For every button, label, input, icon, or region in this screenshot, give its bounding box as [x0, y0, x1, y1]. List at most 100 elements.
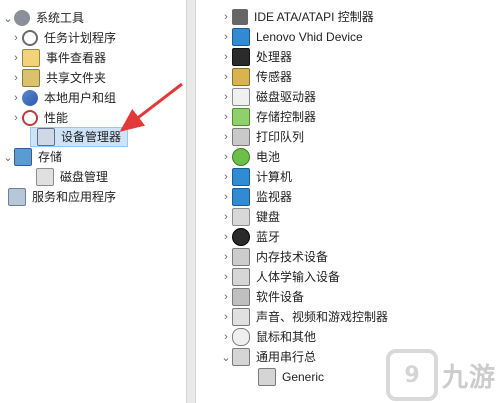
chevron-right-icon[interactable]: ›: [220, 208, 232, 226]
chevron-right-icon[interactable]: ›: [220, 288, 232, 306]
gear-icon: [14, 10, 30, 26]
mouse-icon: [232, 328, 250, 346]
tree-node-system-tools[interactable]: ⌄ 系统工具: [2, 9, 84, 27]
tree-node-label: 存储: [38, 150, 63, 164]
printer-icon: [232, 128, 250, 146]
tree-node-local-users-groups[interactable]: › 本地用户和组: [10, 89, 116, 107]
tree-node-label: 共享文件夹: [46, 71, 107, 85]
pane-splitter[interactable]: [186, 0, 196, 403]
chevron-down-icon[interactable]: ⌄: [2, 9, 14, 27]
device-category-usb[interactable]: ⌄ 通用串行总: [220, 348, 316, 366]
event-viewer-icon: [22, 49, 40, 67]
chevron-right-icon[interactable]: ›: [220, 68, 232, 86]
device-category-ide[interactable]: › IDE ATA/ATAPI 控制器: [220, 8, 374, 26]
watermark: 9 九游: [385, 349, 496, 401]
device-tree-pane: › IDE ATA/ATAPI 控制器 › Lenovo Vhid Device…: [196, 0, 502, 403]
device-category-bluetooth[interactable]: › 蓝牙: [220, 228, 280, 246]
device-category-mice[interactable]: › 鼠标和其他: [220, 328, 316, 346]
tree-node-event-viewer[interactable]: › 事件查看器: [10, 49, 106, 67]
chevron-right-icon[interactable]: ›: [220, 88, 232, 106]
tree-node-label: 系统工具: [36, 11, 85, 25]
chevron-right-icon[interactable]: ›: [10, 89, 22, 107]
device-category-label: 键盘: [256, 210, 281, 224]
chevron-down-icon[interactable]: ⌄: [2, 148, 14, 166]
chevron-right-icon[interactable]: ›: [220, 228, 232, 246]
device-category-software-devices[interactable]: › 软件设备: [220, 288, 304, 306]
usb-child-generic[interactable]: Generic: [258, 368, 324, 386]
ide-controller-icon: [232, 9, 248, 25]
chevron-down-icon[interactable]: ⌄: [220, 348, 232, 366]
users-icon: [22, 90, 38, 106]
tree-node-performance[interactable]: › 性能: [10, 109, 68, 127]
device-category-label: 监视器: [256, 190, 293, 204]
chevron-right-icon[interactable]: ›: [220, 8, 232, 26]
device-category-monitors[interactable]: › 监视器: [220, 188, 292, 206]
chevron-right-icon[interactable]: ›: [220, 188, 232, 206]
device-manager-icon: [37, 128, 55, 146]
bluetooth-icon: [232, 228, 250, 246]
tree-node-label: 事件查看器: [46, 51, 107, 65]
device-category-print-queues[interactable]: › 打印队列: [220, 128, 304, 146]
device-category-label: 内存技术设备: [256, 250, 329, 264]
device-category-storage-controllers[interactable]: › 存储控制器: [220, 108, 316, 126]
chevron-right-icon[interactable]: ›: [220, 128, 232, 146]
storage-icon: [14, 148, 32, 166]
device-category-label: 磁盘驱动器: [256, 90, 317, 104]
device-category-disk-drives[interactable]: › 磁盘驱动器: [220, 88, 316, 106]
device-category-label: 通用串行总: [256, 350, 317, 364]
device-category-audio[interactable]: › 声音、视频和游戏控制器: [220, 308, 388, 326]
sensor-icon: [232, 68, 250, 86]
tree-node-storage[interactable]: ⌄ 存储: [2, 148, 62, 166]
battery-icon: [232, 148, 250, 166]
watermark-mark: 9: [404, 362, 420, 388]
hid-icon: [232, 268, 250, 286]
tree-node-disk-management[interactable]: 磁盘管理: [30, 168, 108, 186]
tree-node-label: 磁盘管理: [60, 170, 109, 184]
chevron-right-icon[interactable]: ›: [10, 69, 22, 87]
chevron-right-icon[interactable]: ›: [220, 308, 232, 326]
monitor-icon: [232, 28, 250, 46]
chevron-right-icon[interactable]: ›: [220, 268, 232, 286]
chevron-right-icon[interactable]: ›: [220, 108, 232, 126]
tree-node-services-applications[interactable]: 服务和应用程序: [2, 188, 116, 206]
chevron-right-icon[interactable]: ›: [10, 49, 22, 67]
tree-node-label: 本地用户和组: [44, 91, 117, 105]
tree-node-task-scheduler[interactable]: › 任务计划程序: [10, 29, 116, 47]
device-category-sensors[interactable]: › 传感器: [220, 68, 292, 86]
software-device-icon: [232, 288, 250, 306]
folder-icon: [22, 69, 40, 87]
device-category-lenovo-vhid[interactable]: › Lenovo Vhid Device: [220, 28, 363, 46]
services-icon: [8, 188, 26, 206]
device-label: Generic: [282, 370, 325, 384]
chevron-right-icon[interactable]: ›: [220, 48, 232, 66]
chevron-right-icon[interactable]: ›: [220, 28, 232, 46]
device-category-battery[interactable]: › 电池: [220, 148, 280, 166]
device-category-hid[interactable]: › 人体学输入设备: [220, 268, 340, 286]
device-category-label: 蓝牙: [256, 230, 281, 244]
tree-node-label: 设备管理器: [61, 130, 122, 144]
device-category-keyboards[interactable]: › 键盘: [220, 208, 280, 226]
device-category-label: IDE ATA/ATAPI 控制器: [254, 10, 374, 24]
device-category-label: 人体学输入设备: [256, 270, 341, 284]
watermark-logo: 9: [385, 349, 438, 401]
chevron-right-icon[interactable]: ›: [220, 328, 232, 346]
tree-node-device-manager[interactable]: 设备管理器: [30, 127, 128, 147]
chevron-right-icon[interactable]: ›: [220, 168, 232, 186]
chevron-right-icon[interactable]: ›: [220, 148, 232, 166]
device-category-computer[interactable]: › 计算机: [220, 168, 292, 186]
chevron-right-icon[interactable]: ›: [10, 109, 22, 127]
tree-node-shared-folders[interactable]: › 共享文件夹: [10, 69, 106, 87]
chevron-right-icon[interactable]: ›: [220, 248, 232, 266]
usb-icon: [258, 368, 276, 386]
tree-node-label: 性能: [44, 111, 69, 125]
device-category-label: 鼠标和其他: [256, 330, 317, 344]
device-category-processor[interactable]: › 处理器: [220, 48, 292, 66]
tree-node-label: 任务计划程序: [44, 31, 117, 45]
chevron-right-icon[interactable]: ›: [10, 29, 22, 47]
device-category-label: 传感器: [256, 70, 293, 84]
disk-drive-icon: [232, 88, 250, 106]
memory-icon: [232, 248, 250, 266]
device-category-memory-tech[interactable]: › 内存技术设备: [220, 248, 328, 266]
device-category-label: 处理器: [256, 50, 293, 64]
audio-icon: [232, 308, 250, 326]
